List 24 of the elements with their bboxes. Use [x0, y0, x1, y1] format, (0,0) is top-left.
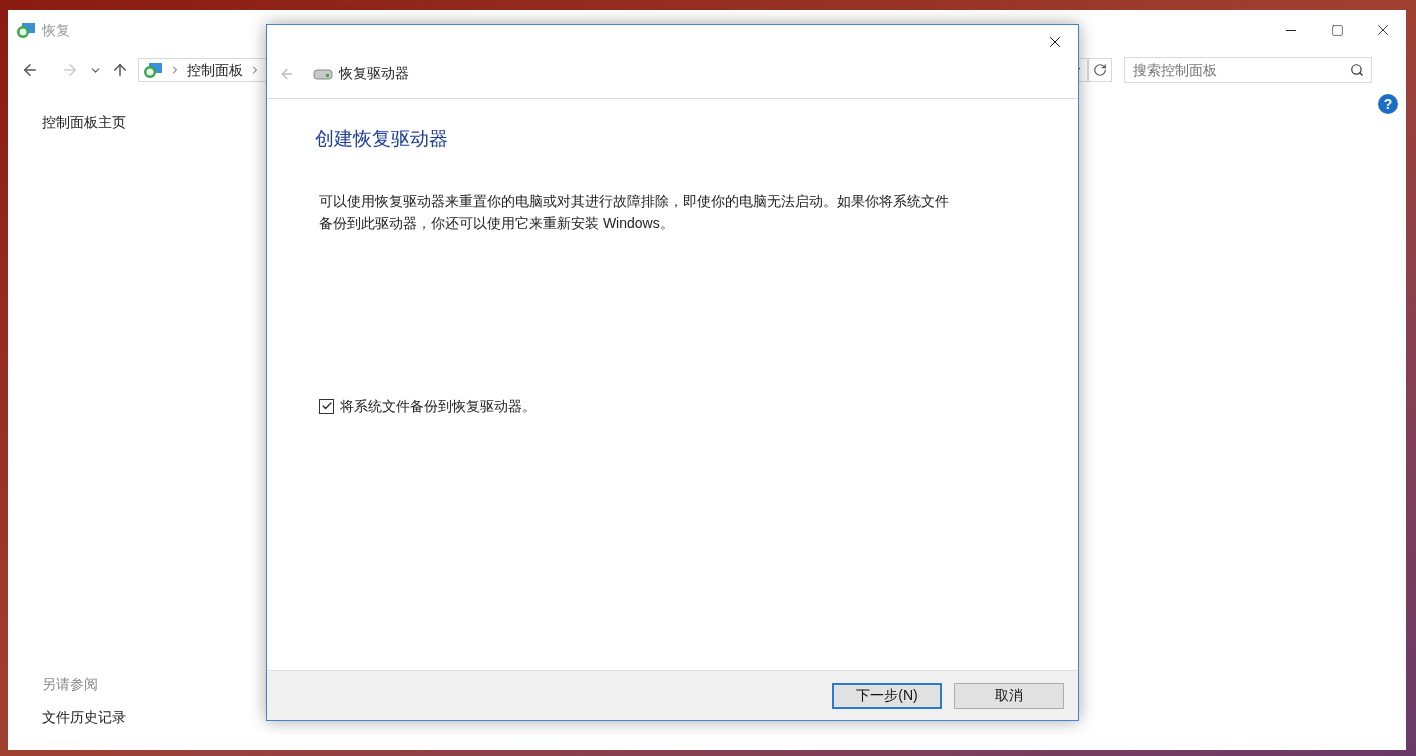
search-icon: [1350, 63, 1364, 77]
breadcrumb-item[interactable]: 控制面板: [187, 59, 243, 81]
help-button[interactable]: ?: [1378, 94, 1398, 114]
drive-icon: [313, 67, 333, 80]
refresh-button[interactable]: [1088, 58, 1112, 82]
next-button[interactable]: 下一步(N): [832, 682, 942, 709]
description-text: 可以使用恢复驱动器来重置你的电脑或对其进行故障排除，即使你的电脑无法启动。如果你将系统文件备份到此驱动器，你还可以使用它来重新安装 Windows。: [319, 191, 950, 233]
arrow-right-icon: [61, 61, 79, 79]
minimize-icon: [1286, 29, 1296, 31]
control-panel-icon: [16, 21, 36, 39]
maximize-icon: [1330, 23, 1344, 37]
cancel-button[interactable]: 取消: [954, 682, 1064, 709]
search-field[interactable]: 搜索控制面板: [1124, 57, 1372, 83]
window-title: 恢复: [42, 20, 70, 40]
control-panel-icon: [143, 61, 163, 79]
sidebar-link[interactable]: 文件历史记录: [42, 707, 258, 728]
refresh-icon: [1093, 63, 1107, 77]
check-icon: [320, 400, 333, 412]
sidebar-link[interactable]: 控制面板主页: [42, 112, 258, 133]
see-also-heading: 另请参阅: [42, 675, 99, 694]
checkbox[interactable]: [319, 398, 334, 414]
dialog-heading: 创建恢复驱动器: [315, 127, 449, 151]
dialog-title: 恢复驱动器: [339, 64, 409, 83]
checkbox-label[interactable]: 将系统文件备份到恢复驱动器。: [340, 395, 536, 417]
